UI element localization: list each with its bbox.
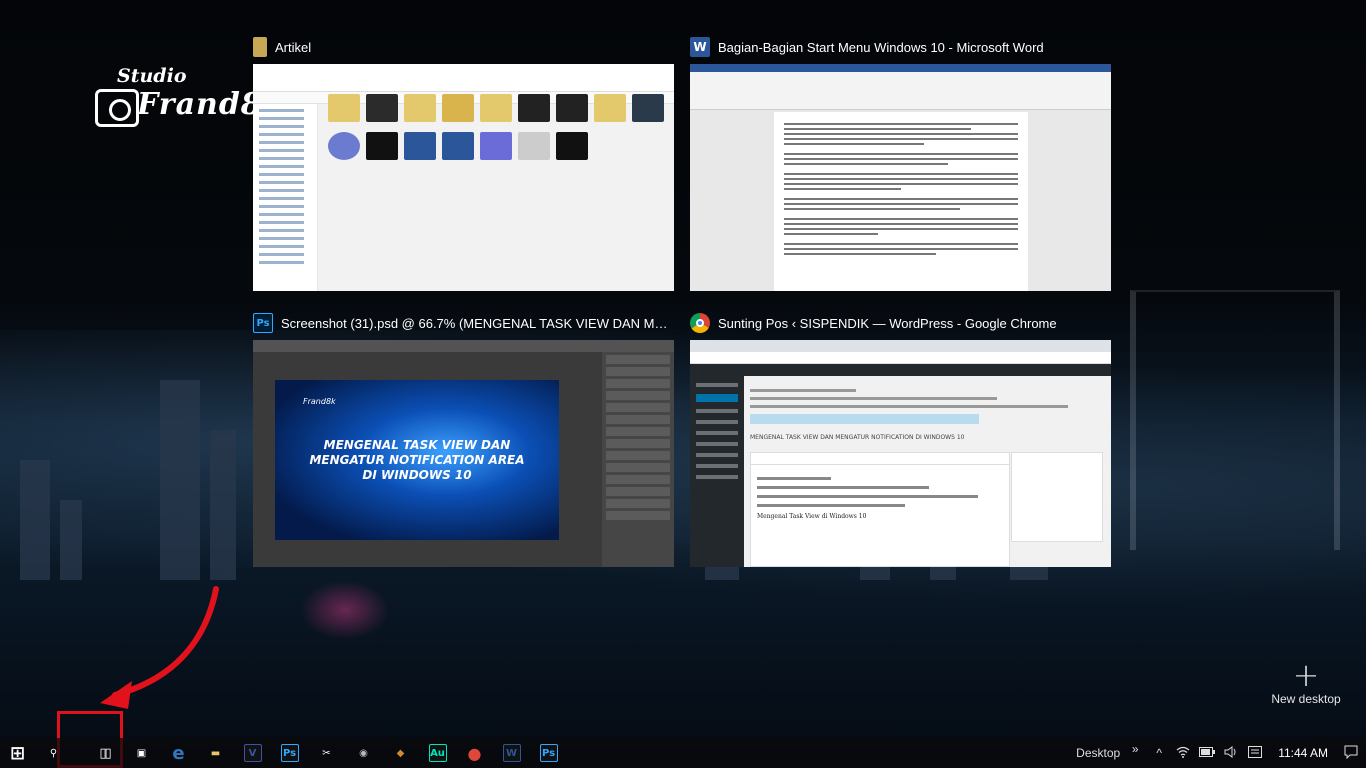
new-desktop-label: New desktop [1271,692,1341,706]
visio-button[interactable]: V [234,738,271,768]
explorer-file-grid [328,94,664,160]
chrome-omnibox [690,352,1111,364]
post-title-field: MENGENAL TASK VIEW DAN MENGATUR NOTIFICA… [750,434,965,441]
chrome-thumbnail[interactable]: MENGENAL TASK VIEW DAN MENGATUR NOTIFICA… [690,340,1111,567]
word-ribbon [690,72,1111,110]
logo-line-1: Studio [117,65,187,87]
start-icon: ⊞ [9,742,26,764]
explorer-ribbon [253,64,674,92]
photoshop-button[interactable]: Ps [271,738,308,768]
system-tray: Desktop » ^ 11:44 AM [1076,738,1366,768]
word-page [774,112,1028,291]
camera-icon [95,89,139,127]
word-button[interactable]: W [493,738,530,768]
edge-icon: e [172,742,185,764]
post-section-heading: Mengenal Task View di Windows 10 [757,513,867,520]
visio-icon: V [243,744,262,762]
media-icon: ◉ [359,747,368,759]
word-title-bar [690,64,1111,72]
photoshop-icon: Ps [280,744,299,762]
window-header: Sunting Pos ‹ SISPENDIK — WordPress - Go… [690,308,1111,338]
word-thumbnail[interactable] [690,64,1111,291]
action-center-icon[interactable] [1342,745,1360,762]
snipping-icon: ✂ [322,747,331,759]
studio-logo: Studio Frand8k [95,65,283,135]
wallpaper-bridge [1130,290,1340,550]
input-keyboard-icon[interactable] [1246,745,1264,761]
desktop-toolbar-label[interactable]: Desktop [1076,746,1120,760]
taskbar-clock[interactable]: 11:44 AM [1270,746,1336,760]
window-header: Ps Screenshot (31).psd @ 66.7% (MENGENAL… [253,308,674,338]
search-button[interactable]: ⚲ [35,738,72,768]
store-icon: ▣ [136,747,147,759]
wp-sidebar [690,376,744,567]
chrome-icon [690,313,710,333]
pin-app-icon: ◆ [396,747,405,759]
explorer-nav-pane [253,104,318,291]
word-icon: W [502,744,521,762]
show-hidden-icons-icon[interactable]: ^ [1150,746,1168,760]
volume-icon[interactable] [1222,745,1240,761]
folder-icon [253,37,267,57]
snipping-button[interactable]: ✂ [308,738,345,768]
photoshop-button-2[interactable]: Ps [530,738,567,768]
photoshop-canvas: Frand8k MENGENAL TASK VIEW DAN MENGATUR … [275,380,559,540]
chrome-icon: ● [467,743,482,763]
battery-icon[interactable] [1198,746,1216,760]
red-arrow-annotation [100,586,219,709]
wp-admin-bar [690,364,1111,376]
search-icon: ⚲ [49,747,58,759]
photoshop-icon: Ps [253,313,273,333]
file-explorer-icon: ▬ [210,747,221,759]
photoshop-thumbnail[interactable]: Frand8k MENGENAL TASK VIEW DAN MENGATUR … [253,340,674,567]
task-view-window-explorer[interactable]: Artikel [253,32,674,62]
canvas-logo: Frand8k [303,397,336,406]
photoshop-layers-panel [602,352,674,567]
edge-button[interactable]: e [160,738,197,768]
chrome-tab-strip [690,340,1111,352]
start-button[interactable]: ⊞ [0,738,35,768]
window-title: Sunting Pos ‹ SISPENDIK — WordPress - Go… [718,315,1057,331]
window-title: Screenshot (31).psd @ 66.7% (MENGENAL TA… [281,315,674,331]
photoshop-2-icon: Ps [539,744,558,762]
wallpaper-reflection [300,580,390,640]
window-header: W Bagian-Bagian Start Menu Windows 10 - … [690,32,1111,62]
task-view-icon: ▯▯ [99,745,111,761]
wifi-icon[interactable] [1174,746,1192,761]
photoshop-menu-bar [253,340,674,352]
task-view-button[interactable]: ▯▯ [86,738,123,768]
audition-button[interactable]: Au [419,738,456,768]
task-view-window-chrome[interactable]: Sunting Pos ‹ SISPENDIK — WordPress - Go… [690,308,1111,338]
wp-editor: Mengenal Task View di Windows 10 [750,452,1010,567]
task-view-window-photoshop[interactable]: Ps Screenshot (31).psd @ 66.7% (MENGENAL… [253,308,674,338]
media-button[interactable]: ◉ [345,738,382,768]
plus-icon: + [1292,656,1320,694]
canvas-line-3: DI WINDOWS 10 [362,467,472,482]
canvas-line-1: MENGENAL TASK VIEW DAN [323,437,511,452]
task-view-window-word[interactable]: W Bagian-Bagian Start Menu Windows 10 - … [690,32,1111,62]
store-button[interactable]: ▣ [123,738,160,768]
explorer-thumbnail[interactable] [253,64,674,291]
audition-icon: Au [428,744,447,762]
word-icon: W [690,37,710,57]
toolbar-chevron-icon[interactable]: » [1126,742,1144,756]
file-explorer-button[interactable]: ▬ [197,738,234,768]
new-desktop-button[interactable]: + New desktop [1262,656,1350,710]
chrome-button[interactable]: ● [456,738,493,768]
window-title: Bagian-Bagian Start Menu Windows 10 - Mi… [718,39,1044,55]
window-title: Artikel [275,39,312,55]
pin-app-button[interactable]: ◆ [382,738,419,768]
window-header: Artikel [253,32,674,62]
wp-publish-box [1011,452,1103,542]
canvas-line-2: MENGATUR NOTIFICATION AREA [309,452,525,467]
